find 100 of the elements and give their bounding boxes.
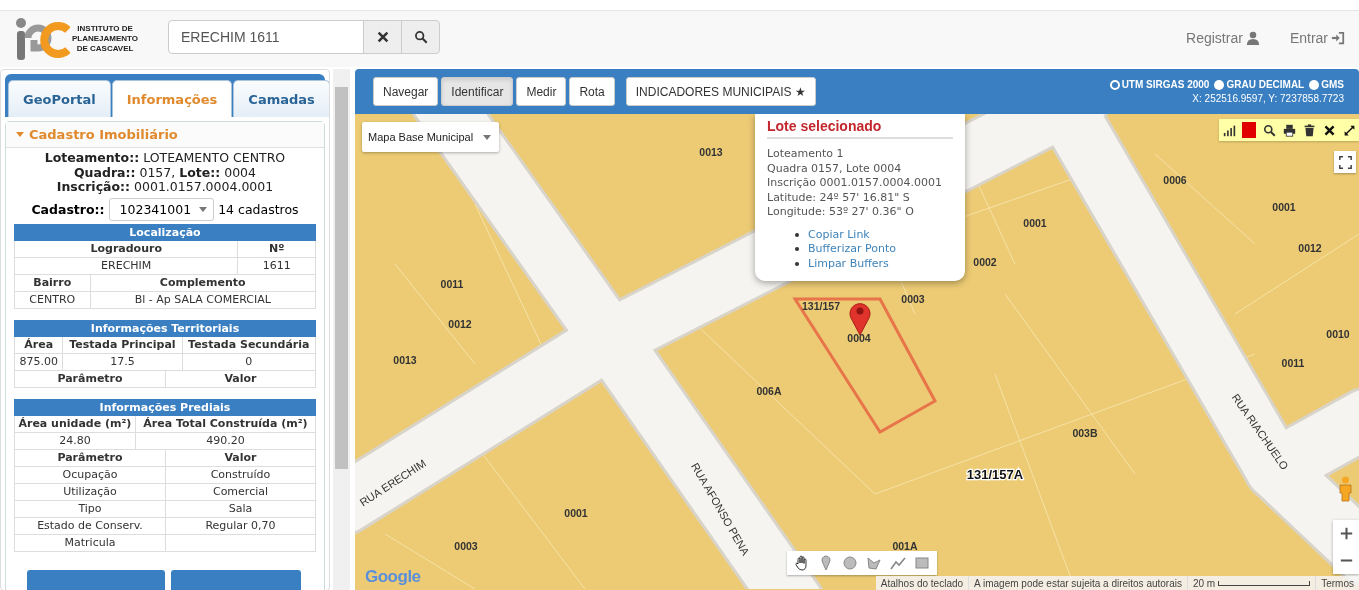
attribution-text: A imagem pode estar sujeita a direitos autorais <box>968 576 1187 590</box>
hand-icon <box>794 555 810 571</box>
color-swatch <box>1242 122 1256 138</box>
table-cell: 17.5 <box>62 353 182 370</box>
clear-button[interactable] <box>363 20 402 54</box>
lot-label: 0011 <box>440 278 464 290</box>
table-header-cell: Área unidade (m²) <box>14 415 135 432</box>
lot-label: 131/157 <box>802 300 840 312</box>
table-cell: Regular 0,70 <box>165 517 316 534</box>
table-header-cell: Bairro <box>14 274 90 291</box>
table-cell: 0 <box>181 353 316 370</box>
expand-icon <box>1342 123 1356 137</box>
count-label: 14 cadastros <box>218 201 299 217</box>
mode-button[interactable]: Identificar <box>441 77 514 106</box>
table-cell: Tipo <box>14 500 165 517</box>
table-cell: Ocupação <box>14 466 165 483</box>
popup-title: Lote selecionado <box>767 117 953 139</box>
popup-text: Latitude: 24º 57' 16.81" S <box>767 190 911 205</box>
logo-icon <box>14 16 70 62</box>
lot-label: 0012 <box>448 318 472 330</box>
user-icon <box>1245 31 1260 45</box>
bullet-icon <box>795 232 799 237</box>
line-icon <box>890 555 906 571</box>
sidebar-tab[interactable]: Camadas <box>233 80 329 117</box>
circle-icon <box>842 555 858 571</box>
table-cell: ERECHIM <box>14 257 238 274</box>
table-cell: CENTRO <box>14 291 90 308</box>
popup-link[interactable]: Limpar Buffers <box>808 256 889 271</box>
mode-button[interactable]: Navegar <box>373 77 439 106</box>
table-title: Informações Territoriais <box>14 319 316 337</box>
login-link[interactable]: Entrar <box>1289 30 1345 46</box>
radio-button[interactable] <box>1214 79 1225 90</box>
radio-label: GRAU DECIMAL <box>1226 79 1305 90</box>
printer-icon <box>1282 123 1296 137</box>
table-cell: 24.80 <box>14 432 135 449</box>
fullscreen-button[interactable] <box>1334 151 1356 173</box>
marker-icon <box>818 555 834 571</box>
table-cell: Estado de Conserv. <box>14 517 165 534</box>
map-pin-icon[interactable] <box>848 300 872 336</box>
zoom-in-icon <box>1339 527 1353 540</box>
lot-label: 0010 <box>1326 328 1350 340</box>
scrollbar[interactable] <box>333 69 350 590</box>
info-line: Quadra:: 0157, Lote:: 0004 <box>72 165 258 180</box>
sign-in-icon <box>1331 31 1345 45</box>
lot-label: 0004 <box>847 332 871 344</box>
table-cell: Bl - Ap SALA COMERCIAL <box>89 291 316 308</box>
mode-button[interactable]: Rota <box>569 77 615 106</box>
radio-button[interactable] <box>1109 79 1120 90</box>
action-button[interactable] <box>171 569 301 590</box>
lot-label: 0003 <box>454 540 478 552</box>
terms-link[interactable]: Termos <box>1315 576 1359 590</box>
indicators-button[interactable]: INDICADORES MUNICIPAIS ★ <box>625 77 816 106</box>
logo-text: INSTITUTO DE PLANEJAMENTO DE CASCAVEL <box>72 24 139 54</box>
polygon-icon <box>866 555 882 571</box>
person-icon[interactable] <box>1337 476 1354 502</box>
table-header-cell: Testada Secundária <box>181 336 316 353</box>
table-header-cell: Parâmetro <box>14 449 165 466</box>
color-button[interactable] <box>1239 119 1259 141</box>
search-icon <box>1262 123 1276 137</box>
table-header-cell: Área <box>14 336 63 353</box>
table-header-cell: Área Total Construída (m²) <box>134 415 316 432</box>
lot-label: 0013 <box>699 146 723 158</box>
mode-button[interactable]: Medir <box>516 77 567 106</box>
lot-label: 0001 <box>1023 217 1047 229</box>
table-header-cell: Testada Principal <box>62 336 182 353</box>
popup-text: Inscrição 0001.0157.0004.0001 <box>767 176 944 191</box>
radio-button[interactable] <box>1309 79 1320 90</box>
caret-icon <box>199 206 208 212</box>
search-button[interactable] <box>401 20 440 54</box>
cadastro-select[interactable]: 102341001 <box>108 197 215 221</box>
table-cell: Matricula <box>14 534 165 551</box>
table-header-cell: Nº <box>237 240 316 257</box>
popup-link[interactable]: Copiar Link <box>808 227 870 242</box>
close-icon <box>375 30 390 44</box>
zoom-in-button[interactable] <box>1333 520 1359 547</box>
table-header-cell: Valor <box>165 449 316 466</box>
radio-label: GMS <box>1321 79 1344 90</box>
scale-label: 20 m <box>1192 577 1216 590</box>
lot-label: 0003 <box>901 293 925 305</box>
lot-label: 0001 <box>564 507 588 519</box>
sidebar-tab[interactable]: GeoPortal <box>8 80 111 117</box>
popup-text: Longitude: 53º 27' 0.36" O <box>767 205 915 220</box>
lot-label: 0013 <box>393 354 417 366</box>
search-field[interactable]: ERECHIM 1611 <box>168 20 364 54</box>
table-cell: 490.20 <box>134 432 316 449</box>
base-layer-select[interactable]: Mapa Base Municipal <box>362 122 500 152</box>
lot-label: 131/157A <box>966 467 1024 482</box>
map-logo: Google <box>365 567 421 587</box>
table-cell: Utilização <box>14 483 165 500</box>
popup-text: Loteamento 1 <box>767 147 845 162</box>
search-icon <box>413 30 428 44</box>
scrollbar-thumb[interactable] <box>335 87 348 469</box>
action-button[interactable] <box>27 569 165 590</box>
coordinates-text: X: 252516.9597, Y: 7237858.7723 <box>1192 93 1344 104</box>
lot-label: 0011 <box>1281 357 1305 369</box>
table-title: Localização <box>14 223 316 241</box>
bar-chart-icon <box>1222 123 1236 137</box>
popup-link[interactable]: Bufferizar Ponto <box>808 242 896 257</box>
trash-icon <box>1302 123 1316 137</box>
register-link[interactable]: Registrar <box>1186 30 1260 46</box>
